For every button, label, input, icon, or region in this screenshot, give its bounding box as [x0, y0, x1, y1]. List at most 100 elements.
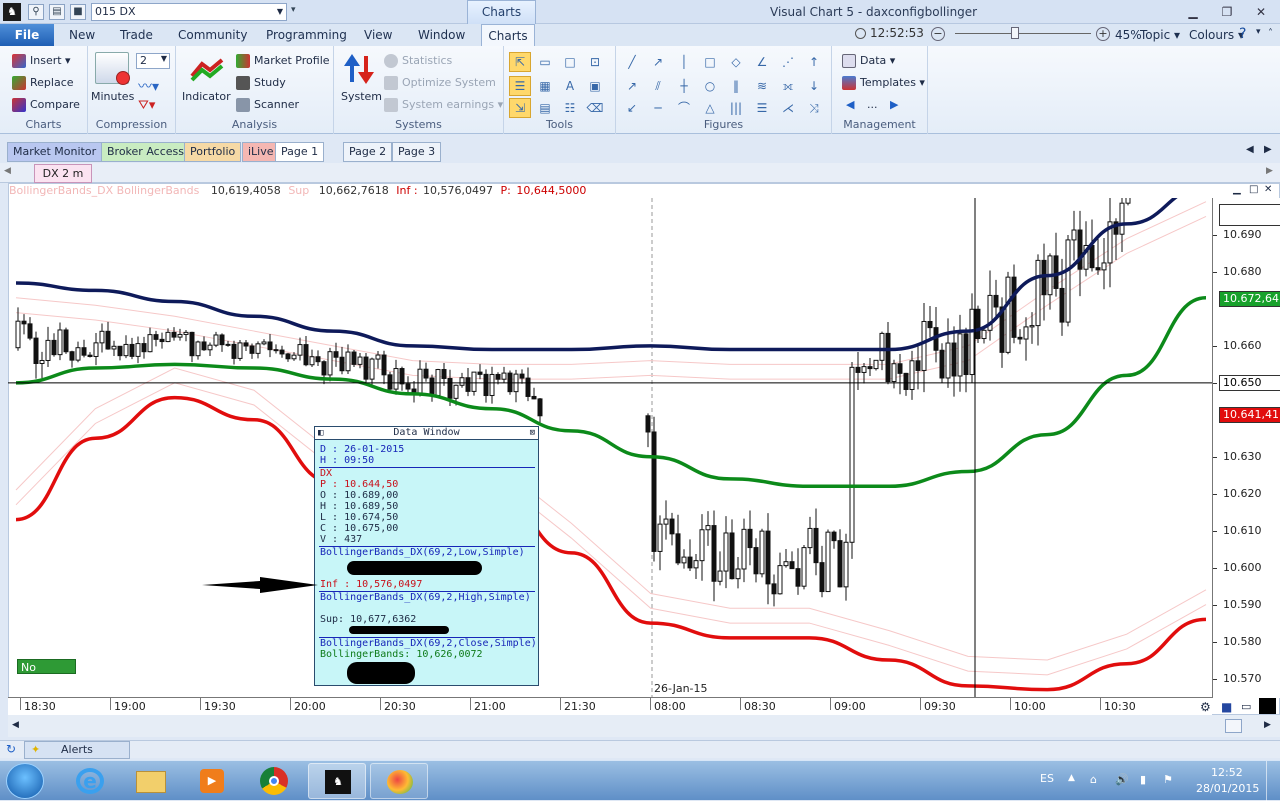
fan-icon[interactable]: ⋰ [777, 52, 799, 72]
levels-tool-icon[interactable]: ☷ [559, 98, 581, 118]
arc-icon[interactable]: ≋ [751, 76, 773, 96]
data-window-close-icon[interactable]: ⊠ [530, 427, 535, 439]
visual-chart-taskbar-icon[interactable]: ♞ [308, 763, 366, 799]
tabs-scroll-right-icon[interactable]: ▶ [1264, 144, 1272, 155]
menu-window[interactable]: Window [418, 28, 465, 42]
study-button[interactable]: Study [236, 76, 286, 90]
tray-language[interactable]: ES [1040, 772, 1054, 785]
tray-volume-icon[interactable]: 🔊 [1115, 773, 1129, 786]
chart-minimize-button[interactable]: ▁ [1233, 184, 1241, 195]
menu-programming[interactable]: Programming [266, 28, 347, 42]
curve-icon[interactable]: ⌒ [673, 98, 695, 118]
data-window-pin-icon[interactable]: ◧ [318, 427, 323, 439]
quick-access-menu-icon[interactable]: ▾ [291, 5, 296, 15]
tab-page-1[interactable]: Page 1 [275, 142, 325, 162]
tab-page-2[interactable]: Page 2 [343, 142, 393, 162]
ray-icon[interactable]: ↗ [621, 76, 643, 96]
restore-button[interactable]: ❐ [1214, 2, 1240, 22]
menu-trade[interactable]: Trade [120, 28, 153, 42]
tray-signal-icon[interactable]: ▮ [1140, 773, 1146, 786]
zoom-tool-icon[interactable]: ⊡ [584, 52, 606, 72]
system-icon[interactable] [342, 52, 376, 84]
scroll-thumb[interactable] [1225, 719, 1242, 733]
colours-menu[interactable]: Colours ▾ [1189, 28, 1244, 42]
chart-save-icon[interactable]: ■ [1221, 700, 1232, 714]
explorer-icon[interactable] [122, 763, 180, 799]
color-fill-icon[interactable]: ⛛▾ [138, 98, 155, 113]
menu-new[interactable]: New [69, 28, 95, 42]
tab-ilive[interactable]: iLive [242, 142, 280, 162]
zoom-slider-thumb[interactable] [1011, 27, 1019, 39]
close-button[interactable]: ✕ [1248, 2, 1274, 22]
pitchfork-icon[interactable]: ⋌ [777, 98, 799, 118]
crosshair-icon[interactable]: ┼ [673, 76, 695, 96]
arrow-line-icon[interactable]: ↗ [647, 52, 669, 72]
system-button[interactable]: System [341, 90, 382, 103]
fibonacci-icon[interactable]: ☰ [751, 98, 773, 118]
help-dropdown-icon[interactable]: ▾ [1256, 27, 1261, 37]
indicator-button[interactable]: Indicator [182, 90, 231, 103]
tab-charts[interactable]: Charts [481, 24, 535, 47]
statistics-button[interactable]: Statistics [384, 54, 452, 68]
workspace-select[interactable]: 015 DX ▼ [91, 3, 287, 21]
up-arrow-icon[interactable]: ↑ [803, 52, 825, 72]
segment-icon[interactable]: ↙ [621, 98, 643, 118]
help-icon[interactable]: ? [1239, 26, 1246, 42]
data-button[interactable]: Data ▾ [842, 54, 895, 68]
save-icon[interactable]: ■ [70, 4, 86, 20]
doc-tabs-right-icon[interactable]: ▶ [1266, 166, 1273, 176]
zoom-in-button[interactable]: + [1096, 27, 1110, 41]
cursor-tool-icon[interactable]: ⇱ [509, 52, 531, 72]
tray-expand-icon[interactable]: ▲ [1068, 773, 1075, 783]
ruler-tool-icon[interactable]: ▭ [534, 52, 556, 72]
cycles-icon[interactable]: ||| [725, 98, 747, 118]
chart-print-icon[interactable]: ▭ [1241, 700, 1251, 713]
pin-icon[interactable]: ⚲ [28, 4, 44, 20]
replace-button[interactable]: Replace [12, 76, 74, 90]
trendline-icon[interactable]: ╱ [621, 52, 643, 72]
minimize-button[interactable]: ▁ [1180, 2, 1206, 22]
select-tool-icon[interactable]: ☰ [509, 76, 531, 96]
start-button[interactable] [6, 763, 44, 799]
optimize-system-button[interactable]: Optimize System [384, 76, 496, 90]
chrome-icon[interactable] [245, 763, 303, 799]
management-next-icon[interactable]: ▶ [890, 98, 898, 111]
text-tool-icon[interactable]: A [559, 76, 581, 96]
file-menu-button[interactable]: File [0, 24, 54, 46]
topic-menu[interactable]: Topic ▾ [1140, 28, 1180, 42]
tray-network-icon[interactable]: ⌂ [1090, 773, 1097, 786]
paint-icon[interactable] [370, 763, 428, 799]
no-orders-badge[interactable]: No Orders [17, 659, 76, 689]
tab-dx-2m[interactable]: DX 2 m [34, 164, 92, 183]
price-chart[interactable] [8, 198, 1212, 697]
chart-color-swatch[interactable] [1259, 698, 1276, 714]
menu-community[interactable]: Community [178, 28, 247, 42]
down-arrow-icon[interactable]: ↓ [803, 76, 825, 96]
tab-portfolio[interactable]: Portfolio [184, 142, 242, 162]
minutes-button[interactable]: Minutes [91, 90, 134, 103]
scroll-right-icon[interactable]: ▶ [1264, 720, 1271, 730]
chart-scrollbar[interactable]: ◀ ▶ [8, 715, 1280, 737]
ribbon-collapse-icon[interactable]: ˄ [1268, 28, 1273, 39]
tab-page-3[interactable]: Page 3 [392, 142, 442, 162]
alerts-tab[interactable]: ✦ Alerts [24, 741, 130, 759]
media-player-icon[interactable]: ▶ [182, 763, 240, 799]
gann-icon[interactable]: ⟗ [777, 76, 799, 96]
indicator-icon[interactable] [190, 56, 224, 88]
system-earnings-button[interactable]: System earnings ▾ [384, 98, 503, 112]
vertical-line-icon[interactable]: │ [673, 52, 695, 72]
scroll-left-icon[interactable]: ◀ [12, 720, 19, 730]
templates-button[interactable]: Templates ▾ [842, 76, 925, 90]
show-desktop-button[interactable] [1266, 761, 1280, 801]
image-tool-icon[interactable]: ▣ [584, 76, 606, 96]
triangle-icon[interactable]: △ [699, 98, 721, 118]
pointer-tool-icon[interactable]: ⇲ [509, 98, 531, 118]
tray-date[interactable]: 28/01/2015 [1196, 782, 1259, 795]
rectangle-icon[interactable]: □ [699, 52, 721, 72]
tray-time[interactable]: 12:52 [1211, 766, 1243, 779]
list-tool-icon[interactable]: ▤ [534, 98, 556, 118]
line-chart-icon[interactable]: 〰▾ [138, 76, 159, 96]
data-window[interactable]: ◧ Data Window ⊠ D : 26-01-2015 H : 09:50… [314, 426, 539, 686]
angle-icon[interactable]: ∠ [751, 52, 773, 72]
refresh-icon[interactable]: ↻ [6, 742, 16, 756]
